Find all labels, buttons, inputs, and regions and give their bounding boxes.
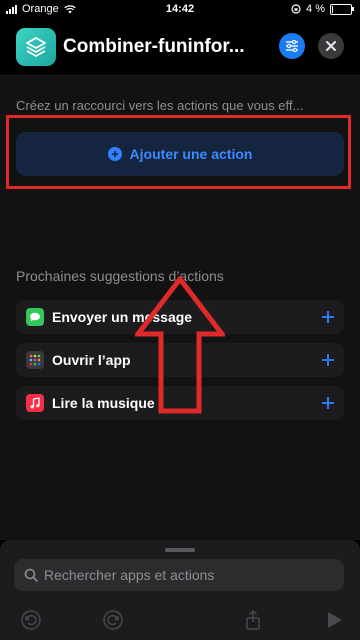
music-icon: [26, 394, 44, 412]
editor-hint-text: Créez un raccourci vers les actions que …: [16, 98, 304, 113]
search-field[interactable]: Rechercher apps et actions: [14, 559, 344, 591]
settings-button[interactable]: [279, 33, 305, 59]
battery-icon: [330, 3, 354, 15]
annotation-arrow-icon: [135, 276, 225, 414]
undo-icon[interactable]: [20, 609, 42, 631]
add-icon[interactable]: [320, 309, 336, 325]
sliders-icon: [286, 40, 298, 52]
shortcut-title[interactable]: Combiner-funinfor...: [63, 36, 245, 58]
bottom-toolbar: [0, 602, 360, 640]
actions-bottom-sheet: Rechercher apps et actions: [0, 540, 360, 640]
status-bar: Orange 14:42 4 %: [0, 0, 360, 20]
editor-area: Créez un raccourci vers les actions que …: [0, 76, 360, 540]
messages-icon: [26, 308, 44, 326]
play-icon[interactable]: [323, 609, 345, 631]
apps-grid-icon: [26, 351, 44, 369]
add-icon[interactable]: [320, 395, 336, 411]
search-placeholder: Rechercher apps et actions: [44, 567, 215, 583]
share-icon[interactable]: [242, 609, 264, 631]
redo-icon[interactable]: [102, 609, 124, 631]
sheet-grabber[interactable]: [165, 548, 195, 552]
search-icon: [24, 568, 38, 582]
orientation-lock-icon: [291, 4, 301, 14]
layers-icon: [26, 37, 46, 57]
close-icon: [326, 41, 336, 51]
battery-percent: 4 %: [306, 3, 325, 15]
add-icon[interactable]: [320, 352, 336, 368]
highlight-box: [6, 115, 351, 189]
shortcut-app-icon[interactable]: [16, 28, 56, 66]
shortcut-header: Combiner-funinfor...: [0, 26, 360, 72]
close-button[interactable]: [318, 33, 344, 59]
